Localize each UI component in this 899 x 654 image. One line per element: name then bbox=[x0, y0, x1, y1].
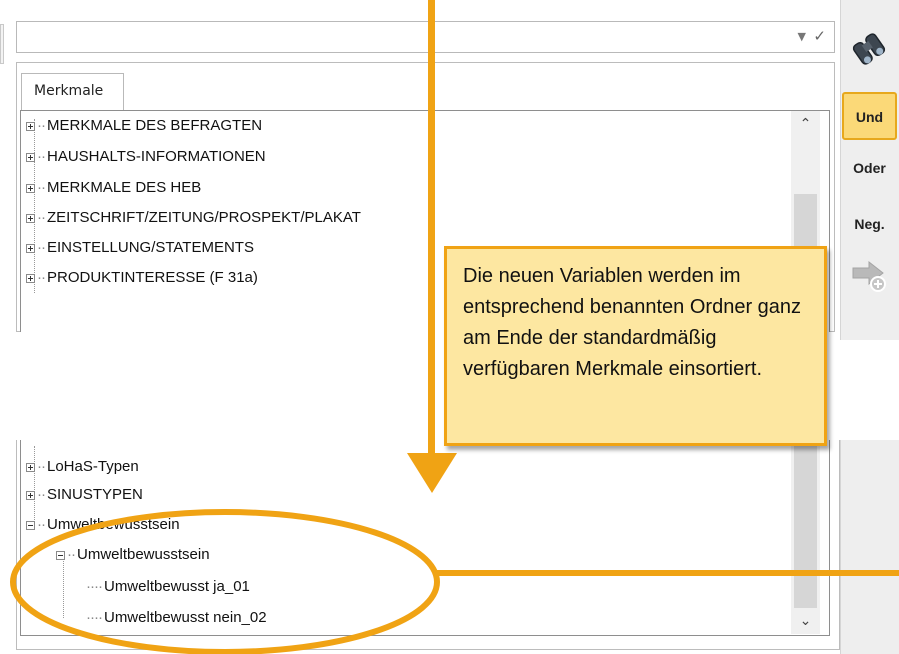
annotation-pointer-line bbox=[437, 570, 899, 576]
annotation-callout: Die neuen Variablen werden im entspreche… bbox=[444, 246, 827, 446]
annotation-arrow-shaft bbox=[428, 0, 435, 455]
annotation-highlight-ellipse bbox=[10, 509, 440, 654]
annotation-arrow-head bbox=[407, 453, 457, 493]
